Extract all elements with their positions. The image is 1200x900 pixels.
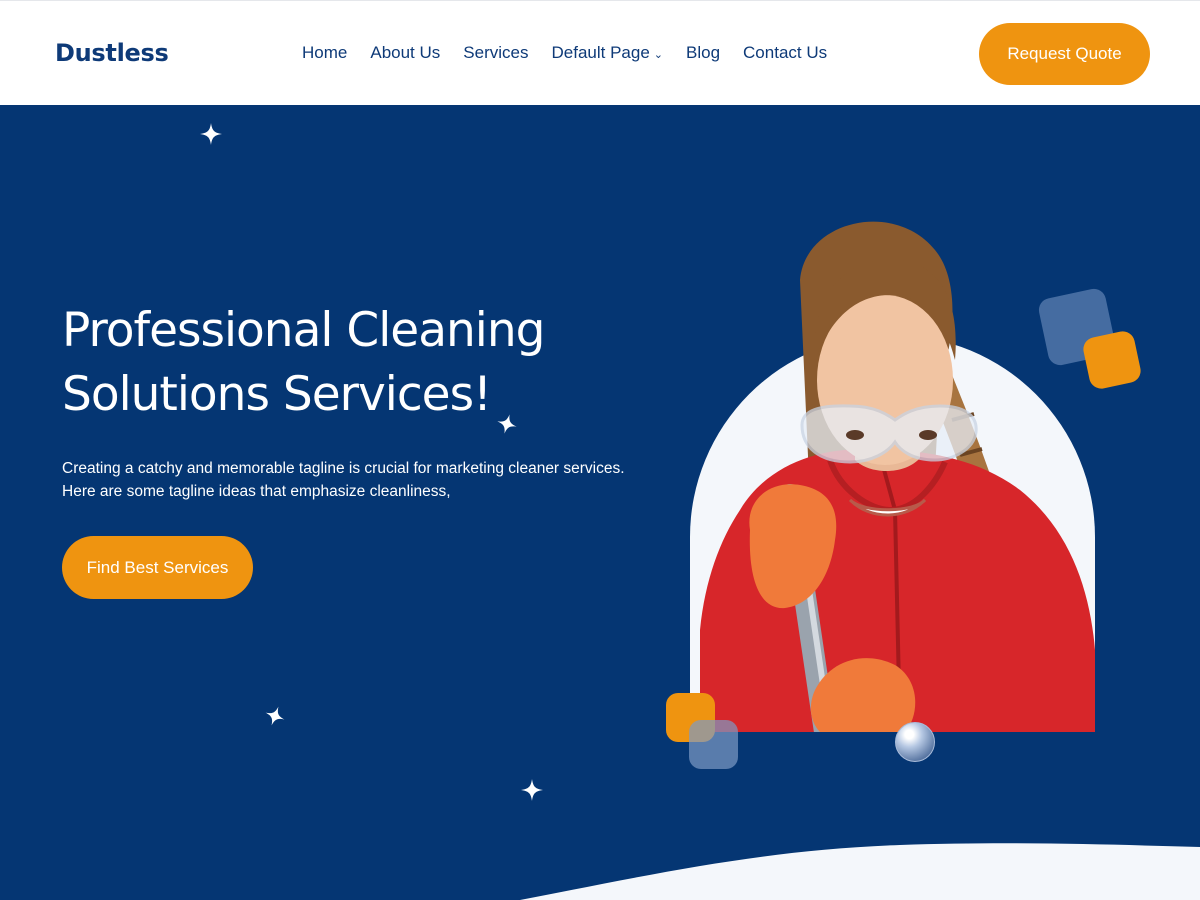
nav-item-default-page[interactable]: Default Page ⌄ (551, 43, 663, 63)
nav-item-default-page-label: Default Page (551, 43, 650, 62)
cleaner-woman-image (700, 221, 1095, 732)
hero-title-line1: Professional Cleaning (62, 303, 545, 358)
sparkle-icon (200, 123, 222, 145)
hero-title: Professional Cleaning Solutions Services… (62, 299, 622, 427)
nav-item-home[interactable]: Home (302, 43, 347, 63)
hero-subtitle-line2: Here are some tagline ideas that emphasi… (62, 483, 451, 500)
nav-item-contact-us[interactable]: Contact Us (743, 43, 827, 63)
chevron-down-icon: ⌄ (653, 48, 663, 61)
hero-title-line2: Solutions Services! (62, 367, 492, 422)
hero-section: Professional Cleaning Solutions Services… (0, 105, 1200, 900)
soap-bubble-icon (895, 722, 935, 762)
sparkle-icon (521, 779, 543, 801)
nav-item-about-us[interactable]: About Us (370, 43, 440, 63)
sparkle-icon (265, 706, 285, 726)
site-header: Dustless Home About Us Services Default … (0, 0, 1200, 105)
request-quote-button[interactable]: Request Quote (979, 23, 1150, 85)
hero-subtitle-line1: Creating a catchy and memorable tagline … (62, 460, 625, 477)
decorative-square (689, 720, 738, 769)
nav-item-blog[interactable]: Blog (686, 43, 720, 63)
nav-item-services[interactable]: Services (463, 43, 528, 63)
hero-subtitle: Creating a catchy and memorable tagline … (62, 457, 662, 503)
site-logo[interactable]: Dustless (55, 39, 169, 67)
main-nav: Home About Us Services Default Page ⌄ Bl… (302, 43, 850, 63)
find-best-services-button[interactable]: Find Best Services (62, 536, 253, 599)
